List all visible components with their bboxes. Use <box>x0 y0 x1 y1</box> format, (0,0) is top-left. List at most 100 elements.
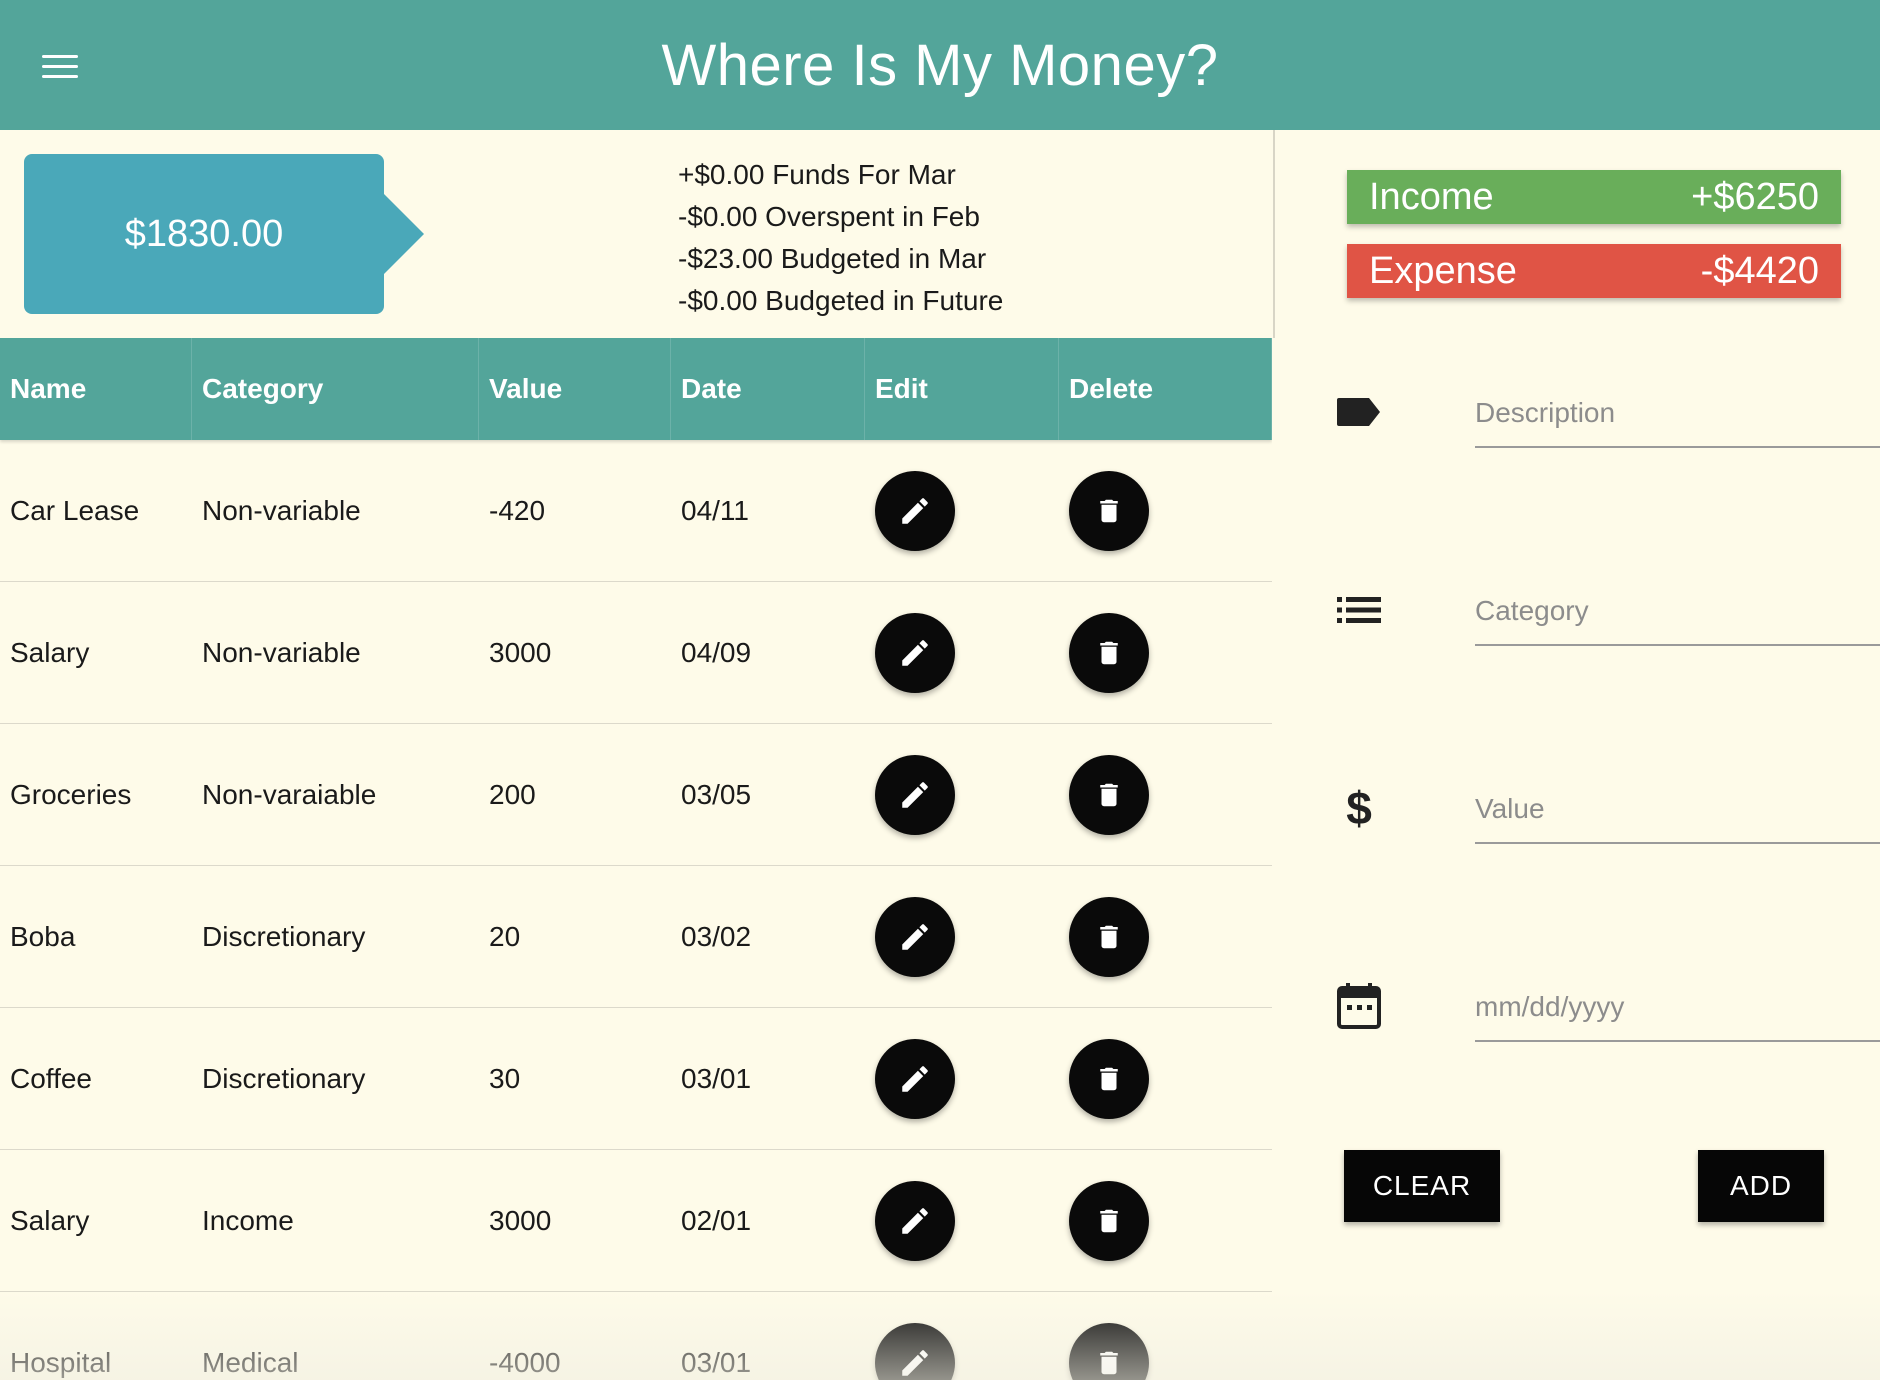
table-row: Salary Non-variable 3000 04/09 <box>0 582 1272 724</box>
value-input[interactable] <box>1475 776 1880 844</box>
expense-label: Expense <box>1369 249 1517 292</box>
funds-line: -$23.00 Budgeted in Mar <box>678 243 987 274</box>
description-input[interactable] <box>1475 380 1880 448</box>
edit-button[interactable] <box>875 1038 955 1119</box>
cell-value: -4000 <box>489 1346 561 1378</box>
add-button[interactable]: ADD <box>1698 1150 1824 1222</box>
funds-line: -$0.00 Budgeted in Future <box>678 285 1004 316</box>
table-row: Hospital Medical -4000 03/01 <box>0 1292 1272 1380</box>
column-header-name: Name <box>0 338 192 440</box>
edit-button[interactable] <box>875 754 955 835</box>
cell-category: Non-variable <box>202 636 361 668</box>
income-value: +$6250 <box>1691 175 1819 218</box>
cell-edit <box>865 612 1059 693</box>
app-title: Where Is My Money? <box>661 32 1219 98</box>
cell-name: Salary <box>10 636 90 668</box>
cell-date: 02/01 <box>681 1204 752 1236</box>
entry-panel: Income +$6250 Expense -$4420 $ <box>1275 130 1880 1380</box>
balance-tag: $1830.00 <box>24 154 424 314</box>
cell-edit <box>865 470 1059 551</box>
value-field: $ <box>1335 776 1880 856</box>
hamburger-icon[interactable] <box>34 40 86 92</box>
cell-date: 03/01 <box>681 1346 752 1378</box>
cell-value: -420 <box>489 494 546 526</box>
funds-line: +$0.00 Funds For Mar <box>678 159 956 190</box>
description-field <box>1335 380 1880 460</box>
cell-delete <box>1059 612 1272 693</box>
transactions-table: Name Category Value Date Edit Delete Car… <box>0 338 1272 1380</box>
cell-category: Income <box>202 1204 294 1236</box>
table-header: Name Category Value Date Edit Delete <box>0 338 1272 440</box>
cell-date: 03/02 <box>681 920 752 952</box>
delete-button[interactable] <box>1069 1038 1149 1119</box>
column-header-delete: Delete <box>1059 338 1272 440</box>
cell-category: Non-varaiable <box>202 778 377 810</box>
edit-button[interactable] <box>875 896 955 977</box>
table-row: Car Lease Non-variable -420 04/11 <box>0 440 1272 582</box>
cell-edit <box>865 896 1059 977</box>
delete-button[interactable] <box>1069 612 1149 693</box>
pencil-icon <box>898 778 932 812</box>
trash-icon <box>1094 1062 1124 1096</box>
edit-button[interactable] <box>875 470 955 551</box>
cell-delete <box>1059 1322 1272 1380</box>
trash-icon <box>1094 494 1124 528</box>
cell-category: Non-variable <box>202 494 361 526</box>
category-input[interactable] <box>1475 578 1880 646</box>
cell-edit <box>865 1322 1059 1380</box>
cell-name: Groceries <box>10 778 132 810</box>
trash-icon <box>1094 778 1124 812</box>
column-header-category: Category <box>192 338 479 440</box>
cell-category: Discretionary <box>202 1062 366 1094</box>
cell-delete <box>1059 754 1272 835</box>
pencil-icon <box>898 636 932 670</box>
label-icon <box>1335 388 1383 436</box>
edit-button[interactable] <box>875 1180 955 1261</box>
delete-button[interactable] <box>1069 896 1149 977</box>
trash-icon <box>1094 1346 1124 1380</box>
date-input[interactable] <box>1475 974 1880 1042</box>
date-field <box>1335 974 1880 1054</box>
delete-button[interactable] <box>1069 754 1149 835</box>
pencil-icon <box>898 1204 932 1238</box>
pencil-icon <box>898 1062 932 1096</box>
cell-value: 30 <box>489 1062 521 1094</box>
dollar-icon: $ <box>1346 782 1372 834</box>
list-icon <box>1335 586 1383 634</box>
column-header-edit: Edit <box>865 338 1059 440</box>
cell-date: 04/09 <box>681 636 752 668</box>
edit-button[interactable] <box>875 612 955 693</box>
income-total: Income +$6250 <box>1347 170 1841 224</box>
cell-edit <box>865 1180 1059 1261</box>
delete-button[interactable] <box>1069 1322 1149 1380</box>
column-header-date: Date <box>671 338 865 440</box>
edit-button[interactable] <box>875 1322 955 1380</box>
cell-delete <box>1059 470 1272 551</box>
cell-name: Coffee <box>10 1062 92 1094</box>
cell-value: 3000 <box>489 1204 552 1236</box>
cell-value: 3000 <box>489 636 552 668</box>
delete-button[interactable] <box>1069 1180 1149 1261</box>
clear-button[interactable]: CLEAR <box>1344 1150 1500 1222</box>
calendar-icon <box>1335 982 1383 1030</box>
table-body: Car Lease Non-variable -420 04/11 Salary Non-… <box>0 440 1272 1380</box>
cell-date: 04/11 <box>681 494 749 526</box>
column-header-value: Value <box>479 338 671 440</box>
cell-category: Medical <box>202 1346 299 1378</box>
cell-delete <box>1059 896 1272 977</box>
category-field <box>1335 578 1880 658</box>
expense-total: Expense -$4420 <box>1347 244 1841 298</box>
expense-value: -$4420 <box>1700 249 1819 292</box>
delete-button[interactable] <box>1069 470 1149 551</box>
cell-date: 03/01 <box>681 1062 752 1094</box>
table-row: Salary Income 3000 02/01 <box>0 1150 1272 1292</box>
trash-icon <box>1094 920 1124 954</box>
pencil-icon <box>898 494 932 528</box>
cell-name: Salary <box>10 1204 90 1236</box>
cell-name: Hospital <box>10 1346 112 1378</box>
cell-name: Car Lease <box>10 494 140 526</box>
cell-delete <box>1059 1180 1272 1261</box>
budget-summary: $1830.00 +$0.00 Funds For Mar -$0.00 Ove… <box>0 130 1275 338</box>
cell-value: 200 <box>489 778 536 810</box>
trash-icon <box>1094 1204 1124 1238</box>
